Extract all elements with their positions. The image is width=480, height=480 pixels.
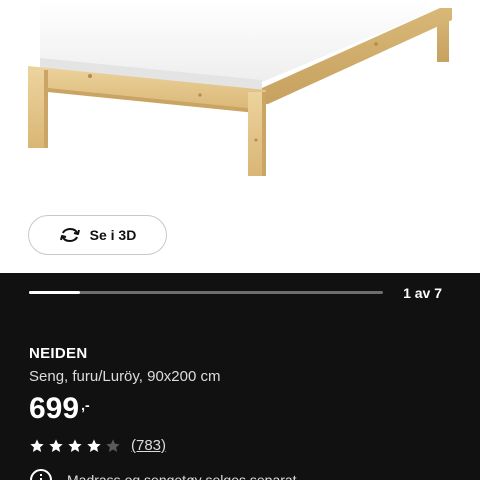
rating-stars	[29, 438, 124, 454]
info-icon	[30, 469, 52, 480]
separate-sale-notice: Madrass og sengetøy selges separat	[29, 468, 297, 480]
star-filled-icon	[87, 438, 101, 452]
rotate-3d-icon	[59, 227, 80, 243]
product-info-panel: 1 av 7 NEIDEN Seng, furu/Luröy, 90x200 c…	[0, 273, 480, 480]
product-rating[interactable]: (783)	[29, 437, 166, 454]
notice-text: Madrass og sengetøy selges separat	[67, 472, 297, 480]
product-name: NEIDEN	[29, 345, 88, 362]
star-filled-icon	[49, 438, 63, 452]
gallery-counter: 1 av 7	[403, 285, 442, 301]
star-filled-icon	[30, 438, 44, 452]
star-filled-icon	[68, 438, 82, 452]
gallery-progress-bar	[29, 291, 383, 294]
product-description: Seng, furu/Luröy, 90x200 cm	[29, 368, 221, 385]
product-price: 699 ,-	[29, 391, 90, 427]
view-in-3d-label: Se i 3D	[89, 227, 137, 243]
product-media: Se i 3D	[0, 0, 480, 273]
price-suffix: ,-	[81, 397, 90, 413]
view-in-3d-button[interactable]: Se i 3D	[28, 215, 167, 255]
rating-count-link[interactable]: (783)	[131, 437, 166, 454]
price-integer: 699	[29, 392, 80, 425]
product-image[interactable]	[0, 0, 480, 200]
star-empty-icon	[106, 438, 120, 452]
gallery-progress-fill	[29, 291, 80, 294]
